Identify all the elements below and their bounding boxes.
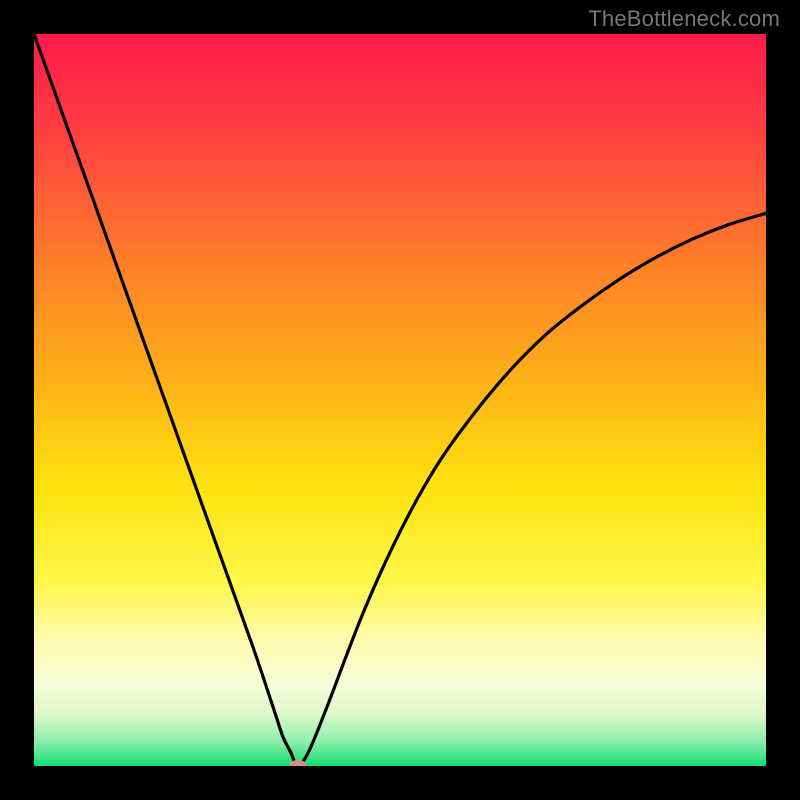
min-point-marker: [289, 760, 307, 766]
bottleneck-curve: [34, 34, 766, 766]
chart-frame: TheBottleneck.com: [0, 0, 800, 800]
curve-layer: [34, 34, 766, 766]
plot-area: [34, 34, 766, 766]
watermark-text: TheBottleneck.com: [588, 6, 780, 32]
